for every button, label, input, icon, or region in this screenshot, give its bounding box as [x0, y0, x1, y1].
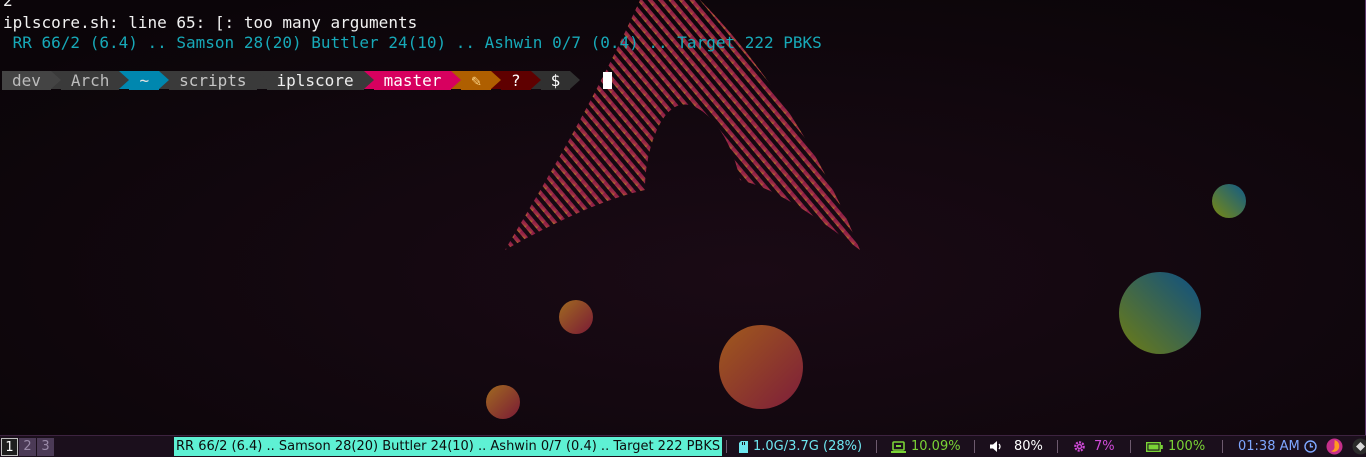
prompt-segment: master: [373, 71, 452, 90]
temperature-value: 7%: [1094, 439, 1115, 454]
terminal-score-line: RR 66/2 (6.4) .. Samson 28(20) Buttler 2…: [3, 33, 822, 52]
volume-level: 80%: [1014, 439, 1043, 454]
prompt-separator: [256, 71, 267, 89]
volume-module[interactable]: 80%: [990, 436, 1043, 457]
cpu-usage: 10.09%: [911, 439, 961, 454]
battery-module: 100%: [1146, 436, 1205, 457]
prompt-separator: [159, 71, 170, 89]
prompt-separator: [451, 71, 462, 89]
prompt-separator: [50, 71, 61, 89]
prompt-segment: dev: [2, 71, 51, 90]
terminal-window[interactable]: 2 iplscore.sh: line 65: [: too many argu…: [0, 0, 1366, 435]
battery-level: 100%: [1168, 439, 1206, 454]
prompt-separator: [530, 71, 541, 89]
divider: [1222, 440, 1223, 453]
prompt-segment: $: [540, 71, 571, 90]
text-cursor[interactable]: [603, 72, 612, 89]
workspace-3[interactable]: 3: [37, 438, 54, 456]
divider: [974, 440, 975, 453]
divider: [876, 440, 877, 453]
divider: [1130, 440, 1131, 453]
divider: [726, 440, 727, 453]
network-tray-icon[interactable]: [1352, 438, 1366, 455]
shell-prompt: dev Arch ~ scripts iplscore master ✎? $: [2, 71, 581, 90]
tray: [1326, 436, 1366, 457]
speaker-icon: [990, 441, 1001, 452]
prompt-segment: scripts: [169, 71, 257, 90]
prompt-separator: [119, 71, 130, 89]
workspace-1[interactable]: 1: [1, 438, 18, 456]
terminal-output-line: 2: [3, 0, 13, 10]
terminal-error-line: iplscore.sh: line 65: [: too many argume…: [3, 13, 418, 32]
prompt-separator: [491, 71, 502, 89]
prompt-segment: ✎: [461, 71, 492, 90]
temperature-module: 7%: [1073, 436, 1115, 457]
clock-module[interactable]: 01:38 AM: [1238, 436, 1322, 457]
laptop-icon: [891, 440, 906, 453]
clock-time: 01:38 AM: [1238, 439, 1300, 454]
prompt-segment: Arch: [60, 71, 120, 90]
memory-module: 1.0G/3.7G (28%): [739, 436, 862, 457]
battery-icon: [1146, 441, 1163, 452]
cpu-module: 10.09%: [891, 436, 961, 457]
prompt-separator: [570, 71, 581, 89]
sd-card-icon: [739, 440, 748, 453]
clock-icon: [1304, 440, 1317, 453]
workspace-2[interactable]: 2: [19, 438, 36, 456]
prompt-separator: [363, 71, 374, 89]
prompt-segment: ?: [501, 71, 531, 90]
window-title: RR 66/2 (6.4) .. Samson 28(20) Buttler 2…: [174, 437, 723, 456]
prompt-segment: ~: [129, 71, 160, 90]
firefox-icon[interactable]: [1326, 438, 1343, 455]
gear-icon: [1074, 441, 1085, 452]
memory-usage: 1.0G/3.7G (28%): [753, 439, 863, 454]
prompt-segment: iplscore: [266, 71, 364, 90]
status-bar: 1 2 3 RR 66/2 (6.4) .. Samson 28(20) But…: [0, 435, 1366, 457]
divider: [1057, 440, 1058, 453]
